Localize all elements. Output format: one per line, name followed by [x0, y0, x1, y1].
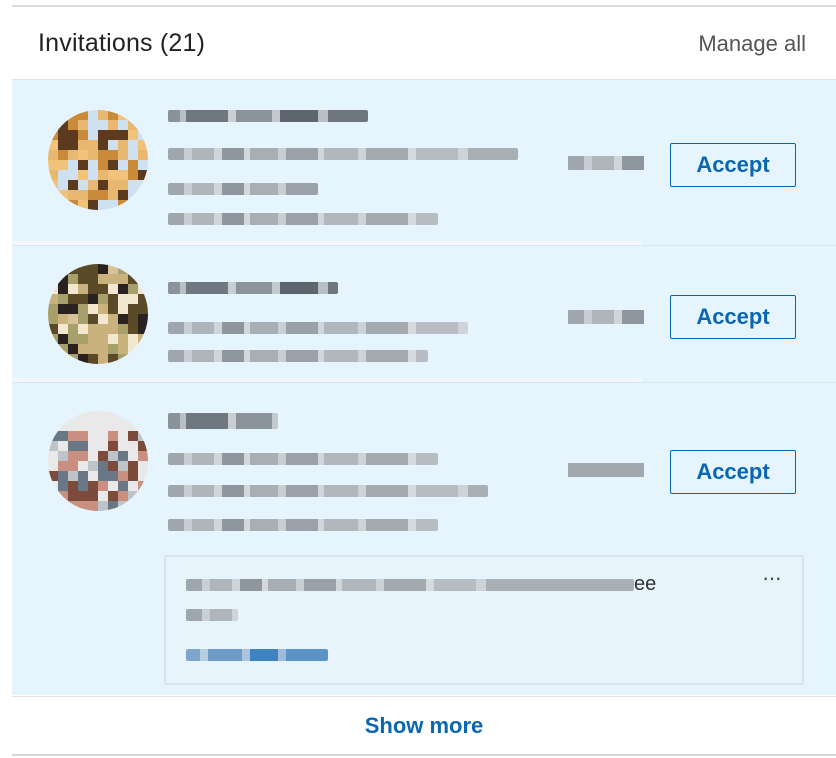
more-horizontal-icon[interactable]: ···: [762, 565, 782, 591]
redacted-detail: [168, 485, 488, 497]
show-more-button[interactable]: Show more: [12, 713, 836, 739]
redacted-headline: [168, 453, 438, 465]
bottom-divider: [12, 754, 836, 756]
invitation-card: Accept: [12, 80, 836, 245]
redacted-link[interactable]: [186, 649, 328, 661]
redacted-detail: [168, 183, 318, 195]
invitations-title: Invitations (21): [38, 29, 206, 57]
avatar[interactable]: [48, 411, 148, 511]
invitations-header: Invitations (21) Manage all: [12, 7, 836, 80]
redacted-time: [568, 156, 644, 170]
accept-button[interactable]: Accept: [670, 450, 796, 494]
invitation-card: Accept: [12, 246, 836, 382]
redacted-headline: [168, 322, 468, 334]
accept-button[interactable]: Accept: [670, 295, 796, 339]
redacted-detail: [168, 213, 438, 225]
invitations-panel: Invitations (21) Manage all Accept Accep…: [12, 5, 836, 757]
redacted-name[interactable]: [168, 413, 278, 429]
redacted-name[interactable]: [168, 282, 338, 294]
redacted-detail: [168, 519, 438, 531]
invitation-message: ee ···: [164, 555, 804, 685]
message-trailing-text: ee: [634, 573, 657, 595]
redacted-detail: [168, 350, 428, 362]
accept-button[interactable]: Accept: [670, 143, 796, 187]
redacted-message: [186, 579, 634, 591]
redacted-name[interactable]: [168, 110, 368, 122]
show-more-footer: Show more: [12, 696, 836, 755]
avatar[interactable]: [48, 110, 148, 210]
redacted-message: [186, 609, 238, 621]
invitation-card: Accept ee ···: [12, 383, 836, 695]
redacted-headline: [168, 148, 518, 160]
redacted-time: [568, 310, 644, 324]
redacted-time: [568, 463, 644, 477]
manage-all-link[interactable]: Manage all: [698, 31, 806, 57]
avatar[interactable]: [48, 264, 148, 364]
